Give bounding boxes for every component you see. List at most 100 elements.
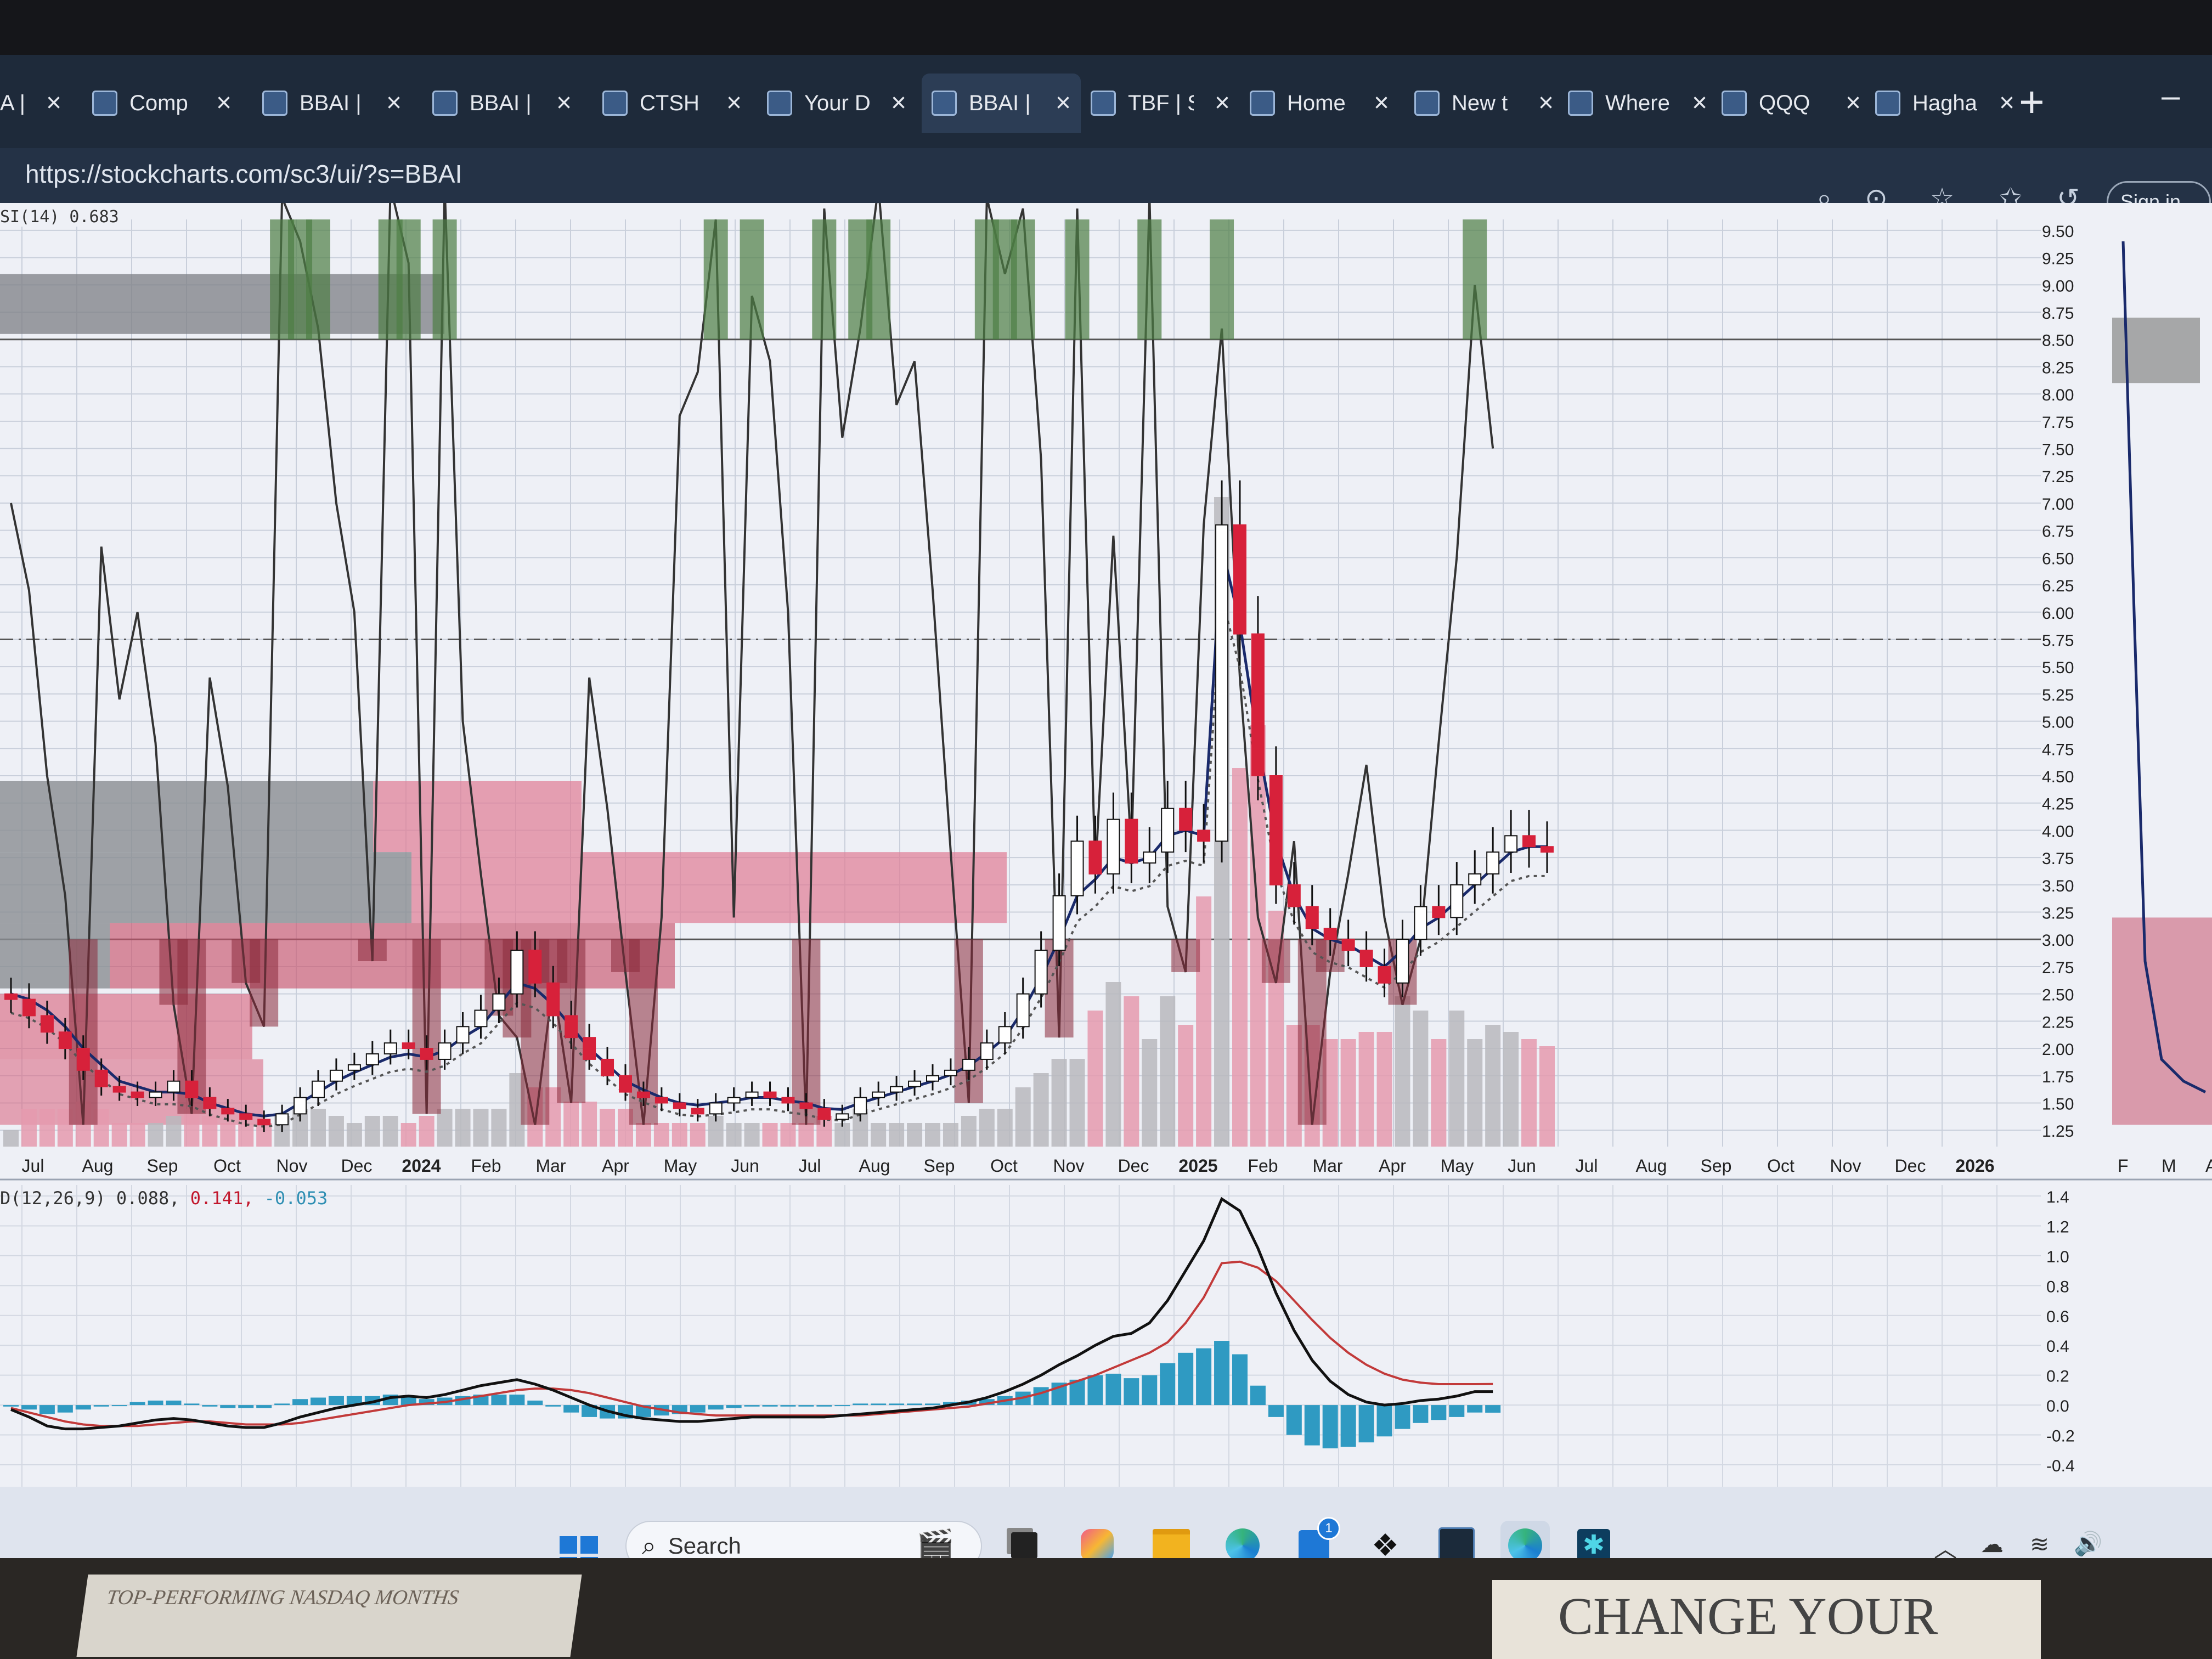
tab-close-icon[interactable]: × <box>556 88 572 118</box>
price-axis-label: 6.50 <box>2042 550 2074 568</box>
macd-hist-bar <box>1431 1405 1447 1420</box>
x-axis-label: Jun <box>731 1156 759 1176</box>
tab-close-icon[interactable]: × <box>1215 88 1230 118</box>
task-view-icon[interactable] <box>1000 1521 1049 1558</box>
start-button[interactable] <box>560 1536 598 1558</box>
tab-close-icon[interactable]: × <box>1846 88 1861 118</box>
tab-close-icon[interactable]: × <box>1056 88 1071 118</box>
stock-chart-area[interactable]: 9.50 9.25 9.00 8.75 8.50 8.25 8.00 7.75 7.50 7.25… <box>0 203 2212 1487</box>
candle-body <box>727 1097 741 1104</box>
price-axis-label: 5.25 <box>2042 686 2074 704</box>
volume-bar <box>1395 996 1410 1147</box>
wifi-icon[interactable]: ≋ <box>2030 1531 2049 1558</box>
macd-hist-bar <box>202 1405 218 1407</box>
candle-body <box>438 1042 452 1060</box>
snip-icon[interactable]: ✱ <box>1569 1521 1618 1558</box>
tab-close-icon[interactable]: × <box>386 88 402 118</box>
clapper-icon[interactable]: 🎬 <box>911 1521 960 1558</box>
copilot-icon[interactable] <box>1073 1521 1122 1558</box>
price-axis-label: 2.50 <box>2042 986 2074 1005</box>
tab-close-icon[interactable]: × <box>1538 88 1554 118</box>
tab-0[interactable]: A | × <box>0 74 71 133</box>
volume-bar <box>961 1116 977 1147</box>
tab-close-icon[interactable]: × <box>216 88 232 118</box>
candle-body <box>1396 939 1409 984</box>
candle-body <box>817 1108 831 1120</box>
macd-hist-bar <box>925 1403 940 1406</box>
macd-hist-bar <box>1467 1405 1483 1413</box>
candle-body <box>420 1048 433 1060</box>
candle-body <box>456 1026 470 1044</box>
x-axis-label: Oct <box>1767 1156 1795 1176</box>
rsi-oversold-fill <box>69 939 98 1125</box>
price-axis-label: 6.25 <box>2042 577 2074 595</box>
minimize-button[interactable]: – <box>2162 77 2180 115</box>
candle-body <box>1486 851 1500 874</box>
candle-body <box>131 1091 144 1098</box>
volume-bar <box>762 1123 778 1147</box>
rsi-overbought-fill <box>1011 219 1035 340</box>
price-axis-label: 2.25 <box>2042 1013 2074 1031</box>
edge-active-icon[interactable] <box>1500 1521 1550 1558</box>
tab-8[interactable]: Home × <box>1240 74 1399 133</box>
tab-12[interactable]: Hagha × <box>1865 74 2024 133</box>
tab-close-icon[interactable]: × <box>1692 88 1707 118</box>
x-axis-label: Nov <box>1830 1156 1861 1176</box>
candle-body <box>402 1042 415 1049</box>
new-tab-button[interactable]: + <box>2019 77 2045 127</box>
candle-body <box>1215 524 1229 842</box>
tab-3[interactable]: BBAI | × <box>422 74 582 133</box>
tab-10[interactable]: Where × <box>1558 74 1717 133</box>
volume-bar <box>1467 1039 1483 1147</box>
tab-close-icon[interactable]: × <box>1999 88 2015 118</box>
tab-close-icon[interactable]: × <box>726 88 742 118</box>
candle-body <box>565 1015 578 1039</box>
tab-close-icon[interactable]: × <box>891 88 906 118</box>
price-axis-label: 7.75 <box>2042 414 2074 432</box>
tray-chevron-icon[interactable]: ︿ <box>1934 1531 1957 1558</box>
candle-body <box>654 1097 668 1104</box>
search-icon: ⌕ <box>642 1531 656 1558</box>
tab-7[interactable]: TBF | S × <box>1081 74 1240 133</box>
stock-chart[interactable]: 9.50 9.25 9.00 8.75 8.50 8.25 8.00 7.75 7.50 7.25… <box>0 203 2212 1487</box>
tab-5[interactable]: Your D × <box>757 74 916 133</box>
store-icon[interactable]: 1 <box>1289 1517 1340 1558</box>
volume-icon[interactable]: 🔊 <box>2074 1531 2102 1558</box>
candle-body <box>58 1031 72 1049</box>
rsi-overbought-fill <box>432 219 457 340</box>
edge-icon[interactable] <box>1218 1521 1267 1558</box>
tab-9[interactable]: New t × <box>1404 74 1564 133</box>
folder-icon[interactable] <box>1147 1521 1196 1558</box>
macd-value: D(12,26,9) 0.088, <box>0 1188 180 1209</box>
candle-body <box>312 1080 325 1098</box>
tab-4[interactable]: CTSH × <box>592 74 752 133</box>
tab-1[interactable]: Comp × <box>82 74 241 133</box>
tray-cloud-icon[interactable]: ☁ <box>1980 1531 2004 1558</box>
candle-body <box>203 1097 217 1109</box>
volume-bar <box>1449 1011 1465 1147</box>
x-axis-label: Dec <box>341 1156 373 1176</box>
x-axis-label: Apr <box>1379 1156 1406 1176</box>
url-field[interactable]: https://stockcharts.com/sc3/ui/?s=BBAI <box>25 159 462 189</box>
rsi-overbought-fill <box>812 219 837 340</box>
tab-close-icon[interactable]: × <box>46 88 61 118</box>
terminal-icon[interactable] <box>1432 1521 1481 1558</box>
volume-bar <box>1413 1011 1429 1147</box>
dropbox-icon[interactable]: ❖ <box>1361 1521 1410 1558</box>
macd-grid <box>0 1185 2041 1487</box>
side-x-label: M <box>2162 1156 2176 1176</box>
volume-bar <box>997 1109 1013 1147</box>
tab-title: BBAI | <box>300 91 362 115</box>
macd-hist-bar <box>1124 1378 1139 1406</box>
price-axis-label: 4.25 <box>2042 795 2074 814</box>
volume-bar <box>1069 1059 1085 1147</box>
candle-body <box>1468 873 1482 885</box>
candle-body <box>854 1097 867 1115</box>
tab-11[interactable]: QQQ × <box>1712 74 1871 133</box>
macd-axis-label: -0.2 <box>2046 1427 2075 1446</box>
tab-6[interactable]: BBAI | × <box>922 74 1081 133</box>
macd-hist-bar <box>220 1405 236 1408</box>
tab-2[interactable]: BBAI | × <box>252 74 411 133</box>
tab-close-icon[interactable]: × <box>1374 88 1389 118</box>
candle-body <box>944 1069 957 1076</box>
